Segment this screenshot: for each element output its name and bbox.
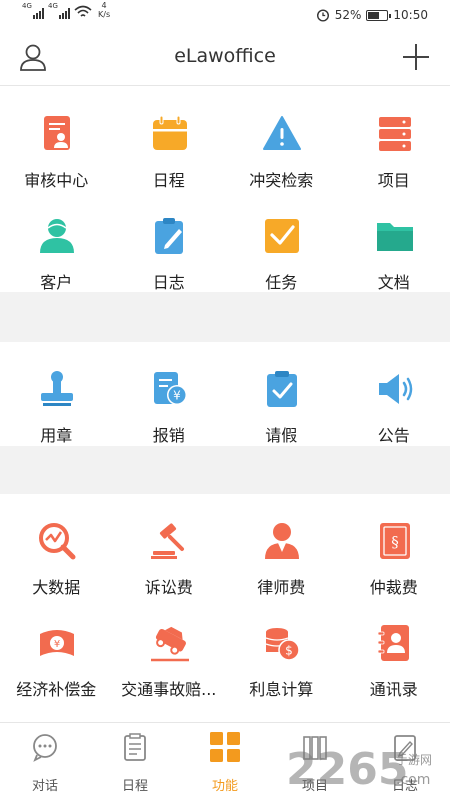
wifi-icon xyxy=(74,5,92,17)
office-section: 用章 ¥ 报销 请假 公告 xyxy=(0,342,450,446)
cellular-signal-icon: 4G xyxy=(22,2,44,19)
clock: 10:50 xyxy=(393,8,428,22)
nav-tab-label: 功能 xyxy=(211,779,238,794)
site-watermark-logo: 2265 手游网 .com xyxy=(286,744,432,794)
grid-item-label: 律师费 xyxy=(257,578,306,597)
grid-item-label: 冲突检索 xyxy=(249,171,314,190)
grid-item-conflict-search[interactable]: 冲突检索 xyxy=(225,107,338,207)
reimburse-icon: ¥ xyxy=(153,372,187,405)
grid-item-label: 日志 xyxy=(152,273,185,292)
grid-item-label: 大数据 xyxy=(32,578,81,597)
grid-item-project[interactable]: 项目 xyxy=(338,107,450,207)
grid-item-label: 通讯录 xyxy=(369,680,418,699)
grid-item-label: 客户 xyxy=(40,273,73,292)
big-data-icon xyxy=(39,523,76,560)
warning-icon xyxy=(263,116,301,150)
project-stack-icon xyxy=(378,117,411,151)
battery-percent: 52% xyxy=(334,8,362,22)
grid-item-label: 公告 xyxy=(377,426,410,445)
grid-item-audit-center[interactable]: 审核中心 xyxy=(0,107,113,207)
lawyer-icon xyxy=(265,523,299,559)
add-icon[interactable] xyxy=(400,41,432,73)
alarm-icon xyxy=(316,9,329,22)
svg-text:¥: ¥ xyxy=(173,389,181,403)
nav-tab-schedule[interactable]: 日程 xyxy=(90,723,180,800)
grid-item-lawyer-fee[interactable]: 律师费 xyxy=(225,514,338,614)
grid-item-label: 利息计算 xyxy=(249,680,314,699)
compensation-icon: ¥ xyxy=(40,630,74,656)
nav-tab-label: 日程 xyxy=(121,779,148,794)
grid-item-label: 项目 xyxy=(377,171,410,190)
contacts-icon xyxy=(377,625,409,661)
svg-text:$: $ xyxy=(285,644,293,658)
grid-item-schedule[interactable]: 日程 xyxy=(113,107,226,207)
coins-icon: $ xyxy=(265,628,300,661)
grid-item-traffic-accident[interactable]: 交通事故赔... xyxy=(113,616,226,716)
grid-item-label: 任务 xyxy=(265,273,298,292)
svg-text:¥: ¥ xyxy=(54,639,60,650)
stamp-icon xyxy=(41,371,73,406)
law-book-icon: § xyxy=(379,523,410,559)
cellular-signal-icon: 4G xyxy=(48,2,70,19)
watermark-number: 2265 xyxy=(286,744,408,794)
battery-icon xyxy=(366,9,392,21)
gavel-icon xyxy=(150,523,184,559)
grid-item-label: 审核中心 xyxy=(24,171,89,190)
grid-item-label: 用章 xyxy=(40,426,73,445)
core-functions-section: 审核中心 日程 冲突检索 项目 客户 日志 任务 文档 xyxy=(0,87,450,292)
chat-icon xyxy=(33,734,57,762)
grid-item-label: 报销 xyxy=(152,426,185,445)
grid-item-contacts[interactable]: 通讯录 xyxy=(338,616,450,716)
grid-item-label: 日程 xyxy=(152,171,185,190)
network-speed: 4 K/s xyxy=(98,1,111,19)
task-check-icon xyxy=(265,219,299,253)
grid-item-label: 交通事故赔... xyxy=(121,680,217,699)
grid-item-label: 诉讼费 xyxy=(144,578,193,597)
nav-tab-label: 对话 xyxy=(31,779,58,794)
grid-item-label: 请假 xyxy=(265,426,298,445)
grid-item-label: 仲裁费 xyxy=(369,578,418,597)
grid-item-litigation-fee[interactable]: 诉讼费 xyxy=(113,514,226,614)
clients-icon xyxy=(40,219,74,253)
app-header: eLawoffice xyxy=(0,30,450,86)
app-title: eLawoffice xyxy=(174,45,276,67)
car-accident-icon xyxy=(150,626,189,662)
log-clipboard-icon xyxy=(154,218,183,254)
grid-item-arbitration-fee[interactable]: § 仲裁费 xyxy=(338,514,450,614)
nav-tab-chat[interactable]: 对话 xyxy=(0,723,90,800)
grid-item-label: 经济补偿金 xyxy=(16,680,97,699)
grid-item-interest-calc[interactable]: $ 利息计算 xyxy=(225,616,338,716)
tools-section: 大数据 诉讼费 律师费 § 仲裁费 ¥ 经济补偿金 交通事故赔... $ 利息计… xyxy=(0,494,450,722)
grid-icon xyxy=(210,732,240,762)
watermark-tagline: 手游网 xyxy=(396,753,432,767)
leave-clipboard-icon xyxy=(267,371,297,407)
status-bar: 4G 4G 4 K/s 52% 10:50 xyxy=(0,0,450,30)
nav-tab-functions[interactable]: 功能 xyxy=(180,723,270,800)
section-divider xyxy=(0,292,450,342)
grid-item-label: 文档 xyxy=(377,273,410,292)
section-divider xyxy=(0,446,450,494)
schedule-icon xyxy=(124,733,146,761)
speaker-icon xyxy=(378,374,412,404)
audit-center-icon xyxy=(44,116,70,150)
calendar-icon xyxy=(152,115,187,150)
watermark-suffix: .com xyxy=(396,772,430,788)
grid-item-big-data[interactable]: 大数据 xyxy=(0,514,113,614)
grid-item-compensation[interactable]: ¥ 经济补偿金 xyxy=(0,616,113,716)
folder-icon xyxy=(376,223,413,251)
svg-text:§: § xyxy=(391,533,399,551)
